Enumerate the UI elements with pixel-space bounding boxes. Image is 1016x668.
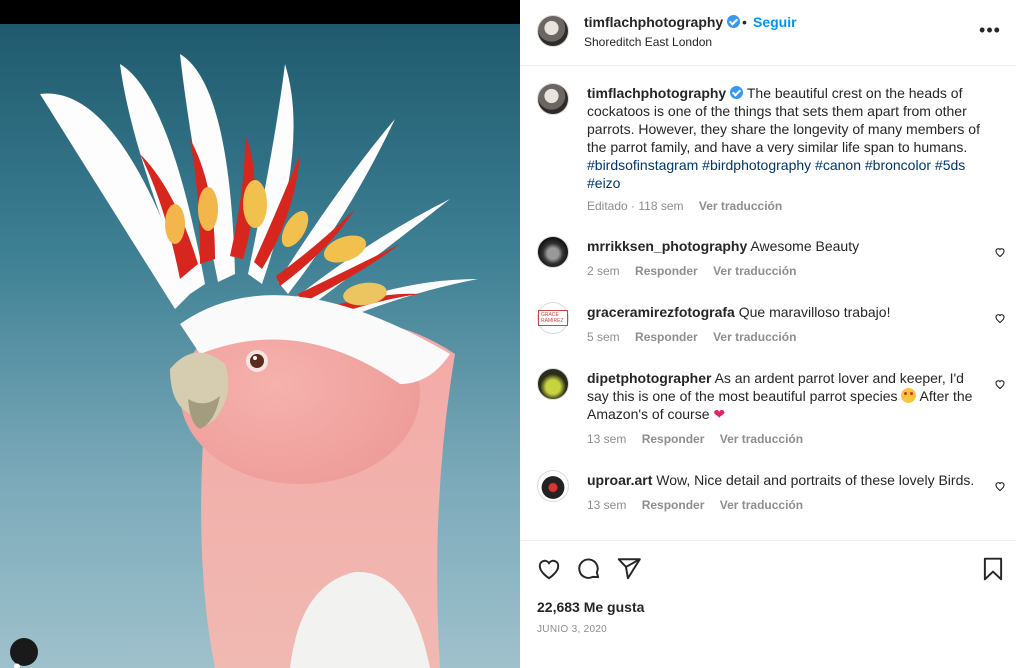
commenter-username[interactable]: uproar.art — [587, 472, 652, 488]
translate-link[interactable]: Ver traducción — [713, 330, 796, 344]
reply-button[interactable]: Responder — [642, 432, 705, 446]
commenter-avatar[interactable] — [537, 368, 569, 400]
caption-username[interactable]: timflachphotography — [587, 85, 744, 101]
translate-link[interactable]: Ver traducción — [720, 498, 803, 512]
translate-link[interactable]: Ver traducción — [699, 199, 782, 213]
post-header: timflachphotography • Seguir Shoreditch … — [520, 0, 1016, 66]
comment-meta: 5 sem Responder Ver traducción — [587, 330, 808, 344]
more-options-icon[interactable]: ••• — [978, 18, 1002, 42]
post-date[interactable]: JUNIO 3, 2020 — [537, 624, 607, 635]
commenter-username[interactable]: mrrikksen_photography — [587, 238, 747, 254]
hashtag[interactable]: #birdsofinstagram — [587, 157, 698, 173]
comment-body: Que maravilloso trabajo! — [738, 304, 891, 320]
caption-text: timflachphotography The beautiful crest … — [587, 84, 985, 192]
commenter-avatar[interactable] — [537, 236, 569, 268]
caption-avatar[interactable] — [537, 83, 569, 115]
author-username[interactable]: timflachphotography — [584, 14, 741, 30]
commenter-username[interactable]: graceramirezfotografa — [587, 304, 735, 320]
comment-time[interactable]: 13 sem — [587, 498, 626, 512]
post-details-pane: timflachphotography • Seguir Shoreditch … — [520, 0, 1016, 668]
hashtag[interactable]: #5ds — [935, 157, 965, 173]
caption-meta: Editado · 118 sem Ver traducción — [587, 199, 783, 213]
red-heart-emoji-icon: ❤ — [713, 406, 726, 422]
likes-count[interactable]: 22,683 Me gusta — [537, 599, 644, 615]
comment-meta: 13 sem Responder Ver traducción — [587, 432, 815, 446]
verified-badge-icon — [730, 86, 744, 99]
comment-time[interactable]: 5 sem — [587, 330, 620, 344]
like-comment-heart-icon[interactable] — [994, 480, 1006, 492]
comment-meta: 13 sem Responder Ver traducción — [587, 498, 815, 512]
comment-time[interactable]: 2 sem — [587, 264, 620, 278]
post-photo-pane — [0, 0, 520, 668]
translate-link[interactable]: Ver traducción — [713, 264, 796, 278]
comment-text: dipetphotographer As an ardent parrot lo… — [587, 369, 985, 423]
author-avatar[interactable] — [537, 15, 569, 47]
comment-body: Wow, Nice detail and portraits of these … — [656, 472, 975, 488]
comment-icon[interactable] — [576, 556, 602, 582]
comment-body: Awesome Beauty — [750, 238, 860, 254]
tagged-users-button[interactable] — [10, 638, 38, 668]
commenter-avatar[interactable]: GRACE RAMIREZ — [537, 302, 569, 334]
reply-button[interactable]: Responder — [642, 498, 705, 512]
user-icon — [14, 663, 20, 668]
comment-meta: 2 sem Responder Ver traducción — [587, 264, 808, 278]
commenter-username[interactable]: dipetphotographer — [587, 370, 711, 386]
hashtag[interactable]: #canon — [815, 157, 861, 173]
like-comment-heart-icon[interactable] — [994, 246, 1006, 258]
comments-list[interactable]: timflachphotography The beautiful crest … — [520, 66, 1016, 540]
crest-feathers — [40, 54, 478, 329]
comment-text: graceramirezfotografa Que maravilloso tr… — [587, 303, 985, 321]
hashtag[interactable]: #broncolor — [865, 157, 931, 173]
translate-link[interactable]: Ver traducción — [720, 432, 803, 446]
save-bookmark-icon[interactable] — [980, 556, 1006, 582]
edited-label: Editado — [587, 199, 628, 213]
like-heart-icon[interactable] — [536, 556, 562, 582]
hashtag[interactable]: #eizo — [587, 175, 620, 191]
separator-dot: • — [742, 14, 747, 30]
hashtag[interactable]: #birdphotography — [702, 157, 811, 173]
comment-text: mrrikksen_photography Awesome Beauty — [587, 237, 985, 255]
verified-badge-icon — [727, 15, 741, 28]
avatar-logo-text: GRACE RAMIREZ — [538, 310, 568, 326]
follow-button[interactable]: Seguir — [753, 14, 797, 30]
share-send-icon[interactable] — [616, 556, 642, 582]
comment-text: uproar.art Wow, Nice detail and portrait… — [587, 471, 985, 489]
like-comment-heart-icon[interactable] — [994, 378, 1006, 390]
commenter-avatar[interactable] — [537, 470, 569, 502]
post-location[interactable]: Shoreditch East London — [584, 35, 712, 49]
like-comment-heart-icon[interactable] — [994, 312, 1006, 324]
post-actions: 22,683 Me gusta JUNIO 3, 2020 — [520, 540, 1016, 668]
reply-button[interactable]: Responder — [635, 264, 698, 278]
reply-button[interactable]: Responder — [635, 330, 698, 344]
cockatoo-illustration — [40, 54, 478, 668]
comment-time[interactable]: 13 sem — [587, 432, 626, 446]
heart-eyes-emoji-icon — [901, 388, 917, 403]
caption-time[interactable]: 118 sem — [638, 199, 683, 213]
